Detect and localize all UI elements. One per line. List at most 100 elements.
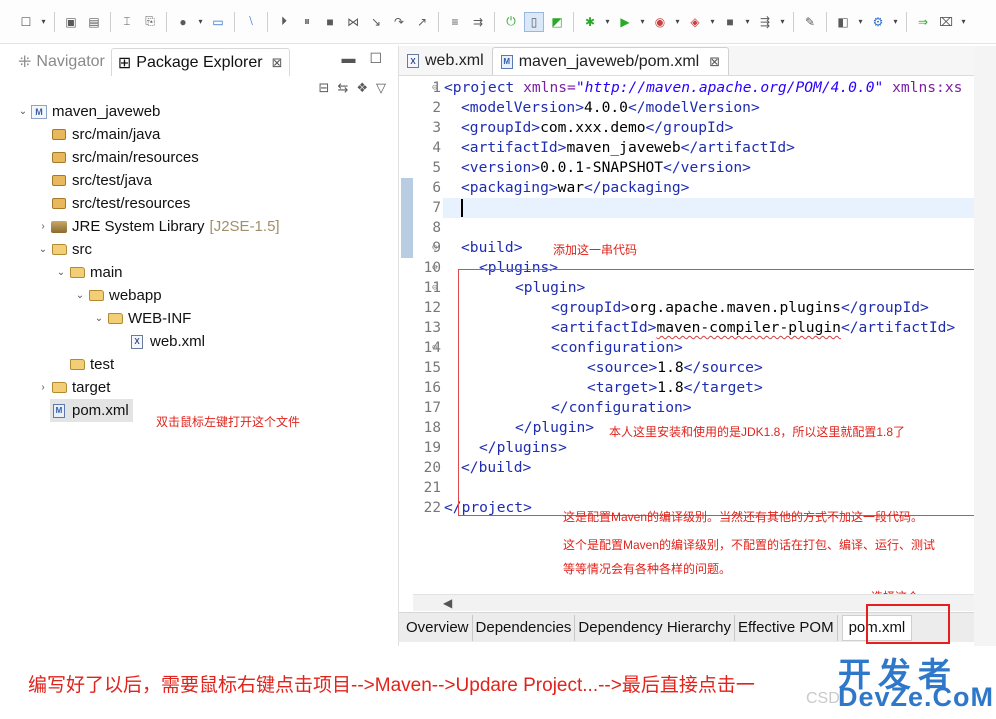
source-folder-icon [50,150,68,166]
coverage-dropdown-icon[interactable]: ▾ [673,17,682,26]
server-start-icon[interactable]: ⏻ [501,12,521,32]
tree-item-src-main-java[interactable]: src/main/java [50,123,160,146]
tab-overview[interactable]: Overview [403,614,473,641]
terminal-icon[interactable]: ▭ [208,12,228,32]
chevron-down-icon[interactable]: ⌄ [73,290,87,301]
minimize-icon[interactable]: ▬ [341,50,355,67]
external-tools-dropdown-icon[interactable]: ▾ [708,17,717,26]
step-return-icon[interactable]: ↗ [412,12,432,32]
tree-item-project[interactable]: ⌄ M maven_javeweb [16,100,161,123]
task-dropdown-icon[interactable]: ▾ [959,17,968,26]
search-dropdown-icon[interactable]: ▾ [891,17,900,26]
tab-dependency-hierarchy[interactable]: Dependency Hierarchy [575,614,735,641]
task-list-icon[interactable]: ⌧ [936,12,956,32]
chevron-down-icon[interactable]: ⌄ [92,313,106,324]
search-icon[interactable]: ⚙ [868,12,888,32]
disconnect-icon[interactable]: ⋈ [343,12,363,32]
tree-item-src[interactable]: ⌄ src [36,238,92,261]
run-dropdown-icon[interactable]: ▾ [638,17,647,26]
chevron-right-icon[interactable]: › [36,382,50,393]
debug-icon[interactable]: ✱ [580,12,600,32]
fold-icon[interactable]: ⊖ [432,258,442,278]
tab-dependencies[interactable]: Dependencies [473,614,576,641]
tab-web-xml[interactable]: X web.xml [399,47,492,75]
save-all-icon[interactable]: ▤ [84,12,104,32]
tab-package-explorer[interactable]: ⊞ Package Explorer ⊠ [110,48,290,76]
tab-effective-pom[interactable]: Effective POM [735,614,838,641]
collapse-all-icon[interactable]: ⊟ [319,80,330,96]
toggle-markers-icon[interactable]: ▯ [524,11,544,32]
open-type-dropdown-icon[interactable]: ▾ [856,17,865,26]
code-line: <groupId>com.xxx.demo</groupId> [461,118,733,138]
line-number: 22 [423,500,441,516]
fold-icon[interactable]: ⊖ [432,238,442,258]
code-area[interactable]: 1 ⊖ <project xmlns="http://maven.apache.… [399,78,975,604]
tree-item-pom-xml[interactable]: M pom.xml [50,399,133,422]
focus-icon[interactable]: ❖ [356,80,368,96]
tree-item-main[interactable]: ⌄ main [54,261,123,284]
xml-tag: <groupId> [461,119,541,136]
external-tools-icon[interactable]: ◈ [685,12,705,32]
chevron-down-icon[interactable]: ⌄ [16,106,30,117]
deploy-icon[interactable]: ⇶ [755,12,775,32]
tree-item-src-test-java[interactable]: src/test/java [50,169,152,192]
tree-item-target[interactable]: › target [36,376,110,399]
profile-icon[interactable]: ● [173,12,193,32]
chevron-down-icon[interactable]: ⌄ [36,244,50,255]
line-number: 18 [423,420,441,436]
coverage-icon[interactable]: ◉ [650,12,670,32]
fold-icon[interactable]: ⊖ [432,278,442,298]
profile-dropdown-icon[interactable]: ▾ [196,17,205,26]
clean-icon[interactable]: ⎘ [140,12,160,32]
stop-dropdown-icon[interactable]: ▾ [743,17,752,26]
close-icon[interactable]: ⊠ [272,55,283,71]
new-dropdown-icon[interactable]: ▾ [39,17,48,26]
new-icon[interactable]: ☐ [16,12,36,32]
use-step-filters-icon[interactable]: ⇉ [468,12,488,32]
fold-icon[interactable]: ⊖ [432,78,442,98]
open-task-icon[interactable]: ⇒ [913,12,933,32]
scroll-left-icon[interactable]: ◀ [443,596,452,610]
tree-item-web-xml[interactable]: X web.xml [128,330,205,353]
resume-icon[interactable]: ⏵ [274,12,294,32]
open-type-icon[interactable]: ◧ [833,12,853,32]
step-into-icon[interactable]: ↘ [366,12,386,32]
folder-open-icon [68,265,86,281]
tree-item-webinf[interactable]: ⌄ WEB-INF [92,307,192,330]
toolbar-separator [54,11,55,32]
source-folder-icon [50,127,68,143]
view-window-controls: ▬ ☐ [341,50,382,67]
maximize-icon[interactable]: ☐ [369,50,382,67]
toolbar-separator [494,11,495,32]
view-menu-icon[interactable]: ▽ [376,80,386,96]
suspend-icon[interactable]: ⏸ [297,12,317,32]
tree-item-jre[interactable]: › JRE System Library [J2SE-1.5] [36,215,279,238]
chevron-down-icon[interactable]: ⌄ [54,267,68,278]
save-icon[interactable]: ▣ [61,12,81,32]
debug-dropdown-icon[interactable]: ▾ [603,17,612,26]
run-icon[interactable]: ▶ [615,12,635,32]
build-icon[interactable]: ⌶ [117,12,137,32]
tree-item-test[interactable]: test [68,353,114,376]
stop-icon[interactable]: ■ [720,12,740,32]
deploy-dropdown-icon[interactable]: ▾ [778,17,787,26]
link-with-editor-icon[interactable]: ⇆ [337,80,348,96]
tab-pom-xml[interactable]: M maven_javeweb/pom.xml ⊠ [491,47,730,75]
close-icon[interactable]: ⊠ [709,54,720,70]
skip-breakpoints-icon[interactable]: ⧵ [241,12,261,32]
toggle-breadcrumb-icon[interactable]: ◩ [547,12,567,32]
chevron-right-icon[interactable]: › [36,221,50,232]
tree-item-webapp[interactable]: ⌄ webapp [73,284,162,307]
terminate-icon[interactable]: ■ [320,12,340,32]
tree-item-src-test-resources[interactable]: src/test/resources [50,192,190,215]
xml-file-icon: X [128,334,146,350]
new-java-class-icon[interactable]: ✎ [800,12,820,32]
xml-text: 4.0.0 [584,99,628,116]
tab-navigator[interactable]: ⁜ Navigator [12,48,111,76]
fold-icon[interactable]: ⊖ [432,338,442,358]
drop-to-frame-icon[interactable]: ≡ [445,12,465,32]
current-line-highlight [443,198,975,218]
tree-item-src-main-resources[interactable]: src/main/resources [50,146,199,169]
xml-tag: <version> [461,159,541,176]
step-over-icon[interactable]: ↷ [389,12,409,32]
